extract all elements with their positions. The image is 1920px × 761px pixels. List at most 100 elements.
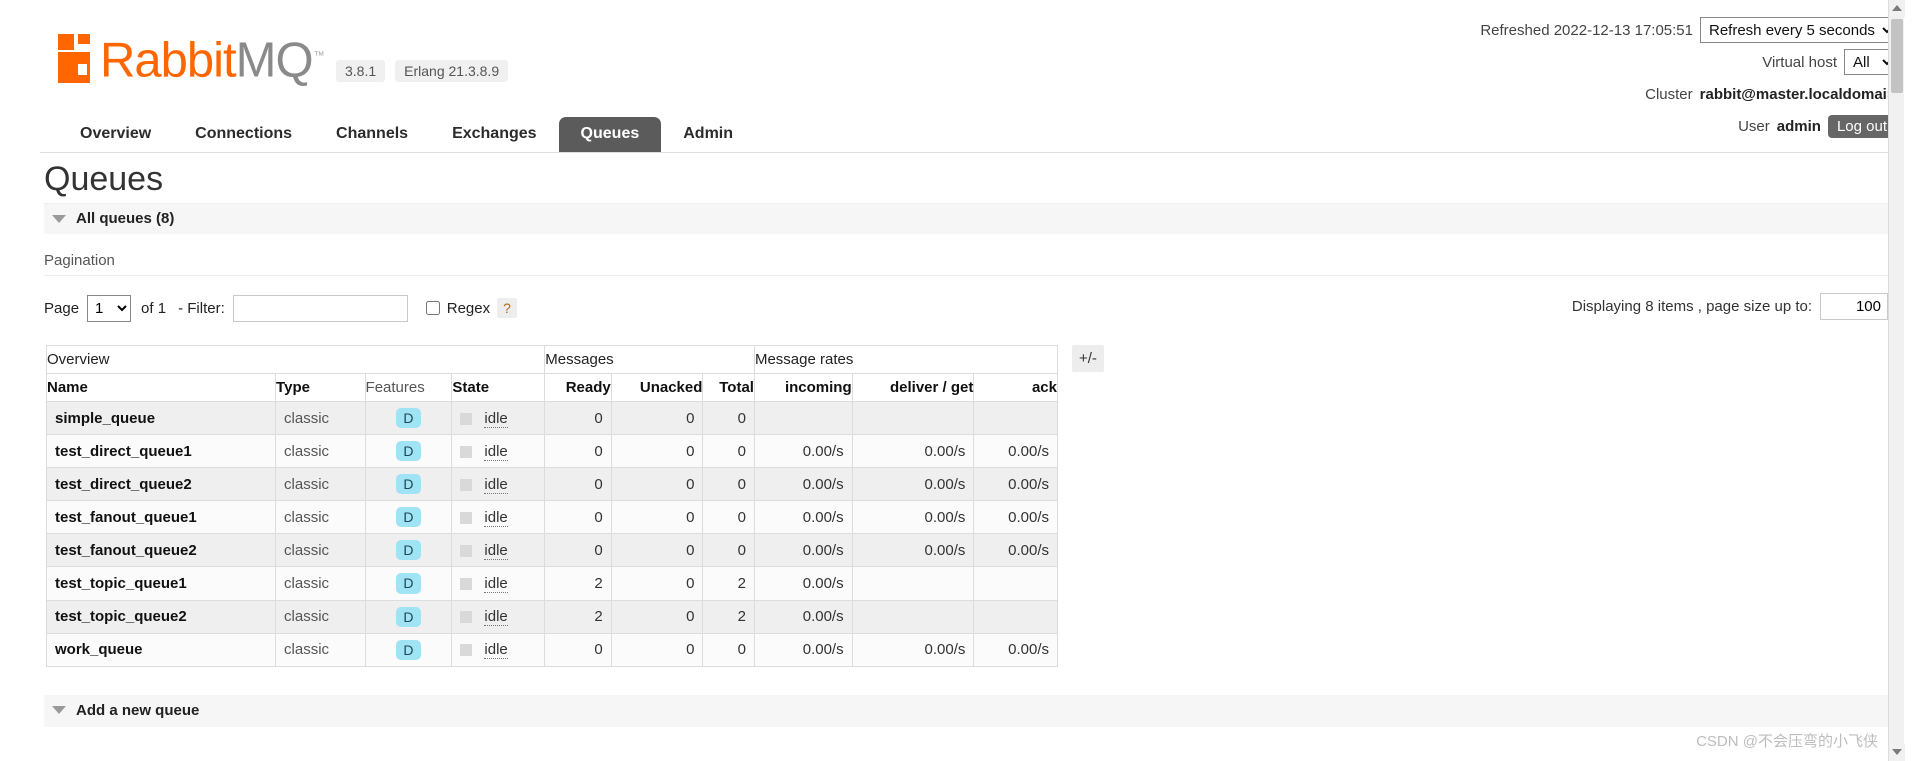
- tab-overview[interactable]: Overview: [58, 117, 173, 152]
- column-header-ack[interactable]: ack: [973, 373, 1058, 402]
- column-header-ready[interactable]: Ready: [544, 373, 612, 402]
- queue-features-cell: D: [364, 434, 453, 469]
- state-label: idle: [484, 475, 508, 494]
- watermark-text: CSDN @不会压弯的小飞侠: [1696, 733, 1878, 750]
- erlang-version-badge: Erlang 21.3.8.9: [395, 60, 509, 82]
- group-header-message-rates: Message rates: [753, 345, 1059, 374]
- cluster-row: Cluster rabbit@master.localdomain: [1480, 81, 1896, 107]
- filter-label: - Filter:: [178, 299, 225, 317]
- add-new-queue-section-header[interactable]: Add a new queue: [44, 694, 1888, 727]
- messages-unacked-cell: 0: [610, 533, 704, 568]
- durable-badge[interactable]: D: [396, 639, 421, 660]
- durable-badge[interactable]: D: [396, 408, 421, 429]
- rate-deliver-get-cell: 0.00/s: [851, 467, 975, 502]
- refreshed-timestamp: Refreshed 2022-12-13 17:05:51: [1480, 21, 1693, 39]
- regex-checkbox[interactable]: [425, 301, 440, 315]
- column-header-name[interactable]: Name: [45, 373, 277, 402]
- page-size-input[interactable]: [1820, 293, 1888, 320]
- queue-state-cell: idle: [451, 467, 546, 502]
- messages-ready-cell: 0: [544, 533, 612, 568]
- cluster-name: rabbit@master.localdomain: [1699, 85, 1896, 103]
- column-header-unacked[interactable]: Unacked: [610, 373, 704, 402]
- scrollbar-thumb[interactable]: [1891, 19, 1903, 93]
- displaying-items-label: Displaying 8 items , page size up to:: [1571, 298, 1812, 315]
- tab-admin[interactable]: Admin: [661, 117, 755, 152]
- messages-total-cell: 0: [702, 467, 755, 502]
- group-header-messages: Messages: [544, 345, 755, 374]
- regex-help-icon[interactable]: ?: [497, 298, 517, 318]
- pagination-section-label: Pagination: [44, 252, 115, 269]
- state-indicator-icon: [460, 644, 473, 657]
- rate-deliver-get-cell: 0.00/s: [851, 434, 975, 469]
- durable-badge[interactable]: D: [396, 573, 421, 594]
- durable-badge[interactable]: D: [396, 540, 421, 561]
- table-row[interactable]: test_fanout_queue1 classic Didle 0 0 0 0.00/s 0…: [45, 500, 1058, 535]
- messages-total-cell: 0: [702, 500, 755, 535]
- filter-input[interactable]: [232, 294, 408, 322]
- queues-table-container: Overview Messages Message rates Name Typ…: [45, 345, 1104, 667]
- tab-connections[interactable]: Connections: [173, 117, 314, 152]
- messages-unacked-cell: 0: [610, 632, 704, 667]
- vertical-scrollbar[interactable]: [1888, 0, 1905, 761]
- durable-badge[interactable]: D: [396, 606, 421, 627]
- logo-wordmark: RabbitMQ™: [100, 33, 325, 85]
- queue-type-cell: classic: [275, 533, 366, 568]
- logo-rabbit-text: Rabbit: [100, 33, 237, 88]
- messages-unacked-cell: 0: [610, 500, 704, 535]
- durable-badge[interactable]: D: [396, 441, 421, 462]
- queue-type-cell: classic: [275, 599, 366, 634]
- rate-deliver-get-cell: 0.00/s: [851, 632, 975, 667]
- column-header-deliver-get[interactable]: deliver / get: [851, 373, 975, 402]
- scroll-down-arrow-icon[interactable]: [1889, 744, 1905, 761]
- rate-ack-cell: [973, 400, 1058, 436]
- messages-ready-cell: 0: [544, 434, 612, 469]
- tab-channels[interactable]: Channels: [314, 117, 430, 152]
- queue-name-cell: test_topic_queue1: [45, 566, 277, 601]
- rabbitmq-logo-icon: [58, 34, 96, 84]
- main-content: Queues All queues (8) Pagination Page 1 …: [0, 160, 1904, 727]
- refresh-row: Refreshed 2022-12-13 17:05:51 Refresh ev…: [1480, 17, 1896, 43]
- page-count-label: of 1: [141, 299, 167, 317]
- rate-ack-cell: 0.00/s: [973, 533, 1058, 568]
- durable-badge[interactable]: D: [396, 474, 421, 495]
- trademark-symbol: ™: [313, 50, 325, 62]
- queues-table-body: simple_queue classic Didle 0 0 0 test_direct_q…: [45, 400, 1058, 667]
- queue-name-cell: test_direct_queue2: [45, 467, 277, 502]
- toggle-columns-button[interactable]: +/-: [1072, 345, 1104, 372]
- rate-incoming-cell: 0.00/s: [753, 632, 853, 667]
- refresh-interval-select[interactable]: Refresh every 5 seconds: [1700, 17, 1896, 43]
- rabbitmq-management-page: RabbitMQ™ 3.8.1 Erlang 21.3.8.9 Refreshe…: [0, 0, 1905, 761]
- chevron-down-icon: [52, 706, 66, 715]
- queue-state-cell: idle: [451, 599, 546, 634]
- rate-deliver-get-cell: 0.00/s: [851, 533, 975, 568]
- column-header-state[interactable]: State: [451, 373, 546, 402]
- log-out-button[interactable]: Log out: [1827, 114, 1896, 138]
- rate-ack-cell: 0.00/s: [973, 434, 1058, 469]
- tab-queues[interactable]: Queues: [558, 117, 662, 152]
- table-row[interactable]: test_direct_queue1 classic Didle 0 0 0 0.00/s 0…: [45, 434, 1058, 469]
- page-label: Page: [44, 299, 80, 317]
- table-row[interactable]: test_topic_queue1 classic Didle 2 0 2 0.00/s: [45, 566, 1058, 601]
- table-group-header-row: Overview Messages Message rates: [45, 345, 1059, 374]
- table-row[interactable]: test_direct_queue2 classic Didle 0 0 0 0.00/s 0…: [45, 467, 1058, 502]
- column-header-type[interactable]: Type: [275, 373, 366, 402]
- durable-badge[interactable]: D: [396, 507, 421, 528]
- scroll-up-arrow-icon[interactable]: [1889, 0, 1905, 17]
- queue-type-cell: classic: [275, 400, 366, 436]
- rate-deliver-get-cell: 0.00/s: [851, 500, 975, 535]
- column-header-total[interactable]: Total: [702, 373, 755, 402]
- rabbitmq-logo[interactable]: RabbitMQ™: [58, 33, 325, 85]
- messages-ready-cell: 0: [544, 467, 612, 502]
- page-header: RabbitMQ™ 3.8.1 Erlang 21.3.8.9 Refreshe…: [0, 0, 1904, 153]
- column-header-incoming[interactable]: incoming: [753, 373, 853, 402]
- tab-exchanges[interactable]: Exchanges: [430, 117, 558, 152]
- table-row[interactable]: test_topic_queue2 classic Didle 2 0 2 0.00/s: [45, 599, 1058, 634]
- table-row[interactable]: simple_queue classic Didle 0 0 0: [45, 400, 1058, 436]
- table-row[interactable]: test_fanout_queue2 classic Didle 0 0 0 0.00/s 0…: [45, 533, 1058, 568]
- page-number-select[interactable]: 1: [87, 294, 132, 322]
- rate-incoming-cell: 0.00/s: [753, 533, 853, 568]
- all-queues-section-header[interactable]: All queues (8): [44, 203, 1888, 234]
- messages-unacked-cell: 0: [610, 400, 704, 436]
- state-label: idle: [484, 442, 508, 461]
- table-row[interactable]: work_queue classic Didle 0 0 0 0.00/s 0.00/s 0.0…: [45, 632, 1058, 667]
